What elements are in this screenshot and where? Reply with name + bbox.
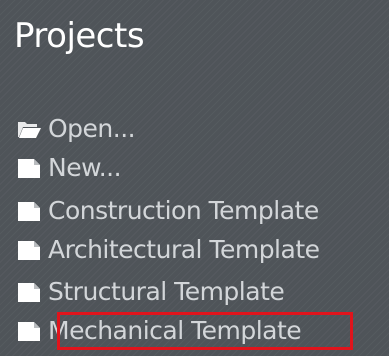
menu-item-new[interactable]: New... <box>0 151 122 185</box>
menu-item-label: Architectural Template <box>48 235 320 264</box>
menu-item-label: Open... <box>48 114 136 143</box>
document-icon <box>18 159 40 178</box>
menu-item-architectural-template[interactable]: Architectural Template <box>0 233 320 267</box>
menu-item-open[interactable]: Open... <box>0 112 136 146</box>
menu-item-label: New... <box>48 153 122 182</box>
folder-open-icon <box>18 122 41 138</box>
menu-item-label: Mechanical Template <box>48 316 302 345</box>
menu-item-label: Construction Template <box>48 196 319 225</box>
document-icon <box>18 202 40 221</box>
document-icon <box>18 241 40 260</box>
menu-item-construction-template[interactable]: Construction Template <box>0 194 319 228</box>
menu-item-label: Structural Template <box>48 277 285 306</box>
projects-panel: Projects Open... New... Construction Tem… <box>0 0 389 356</box>
menu-item-structural-template[interactable]: Structural Template <box>0 275 285 309</box>
panel-title: Projects <box>14 16 145 56</box>
document-icon <box>18 322 40 341</box>
menu-item-mechanical-template[interactable]: Mechanical Template <box>0 314 302 348</box>
document-icon <box>18 283 40 302</box>
